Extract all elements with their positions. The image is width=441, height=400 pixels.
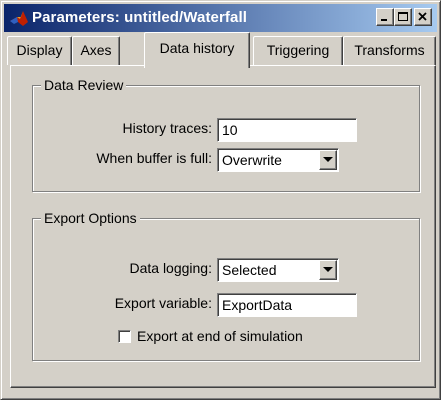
chevron-down-icon xyxy=(323,157,333,162)
data-history-panel: Data Review History traces: 10 When buff… xyxy=(10,65,436,388)
close-icon xyxy=(418,12,427,21)
data-logging-select[interactable]: Selected xyxy=(217,258,339,282)
export-variable-value: ExportData xyxy=(222,297,293,313)
export-at-end-label[interactable]: Export at end of simulation xyxy=(137,328,303,344)
tab-display-label: Display xyxy=(16,42,63,58)
tab-data-history[interactable]: Data history xyxy=(144,32,250,68)
data-logging-dropdown-button[interactable] xyxy=(319,260,337,280)
export-variable-input[interactable]: ExportData xyxy=(217,293,357,317)
parameters-window: Parameters: untitled/Waterfall Display A… xyxy=(0,0,441,400)
tab-triggering[interactable]: Triggering xyxy=(253,36,343,65)
matlab-logo-icon xyxy=(9,8,29,28)
maximize-button[interactable] xyxy=(394,8,412,26)
export-at-end-checkbox[interactable] xyxy=(118,330,131,343)
tab-axes[interactable]: Axes xyxy=(72,36,120,65)
data-logging-value: Selected xyxy=(222,262,277,278)
window-title: Parameters: untitled/Waterfall xyxy=(32,9,247,26)
buffer-full-label: When buffer is full: xyxy=(96,150,212,166)
buffer-full-value: Overwrite xyxy=(222,152,282,168)
buffer-full-dropdown-button[interactable] xyxy=(319,150,337,170)
export-variable-label: Export variable: xyxy=(114,295,212,311)
history-traces-input[interactable]: 10 xyxy=(217,118,357,142)
title-bar[interactable]: Parameters: untitled/Waterfall xyxy=(4,4,437,32)
history-traces-value: 10 xyxy=(222,122,238,138)
close-button[interactable] xyxy=(414,8,432,26)
buffer-full-select[interactable]: Overwrite xyxy=(217,148,339,172)
minimize-icon xyxy=(381,19,387,21)
maximize-icon xyxy=(398,12,408,21)
tab-triggering-label: Triggering xyxy=(266,42,330,58)
minimize-button[interactable] xyxy=(376,8,394,26)
data-logging-label: Data logging: xyxy=(129,260,212,276)
data-review-legend: Data Review xyxy=(41,77,127,93)
tab-display[interactable]: Display xyxy=(7,36,72,65)
tab-data-history-label: Data history xyxy=(159,40,235,56)
export-options-legend: Export Options xyxy=(41,210,140,226)
tab-transforms-label: Transforms xyxy=(354,42,425,58)
chevron-down-icon xyxy=(323,267,333,272)
tab-axes-label: Axes xyxy=(80,42,112,58)
history-traces-label: History traces: xyxy=(122,120,212,136)
tab-transforms[interactable]: Transforms xyxy=(343,36,436,65)
